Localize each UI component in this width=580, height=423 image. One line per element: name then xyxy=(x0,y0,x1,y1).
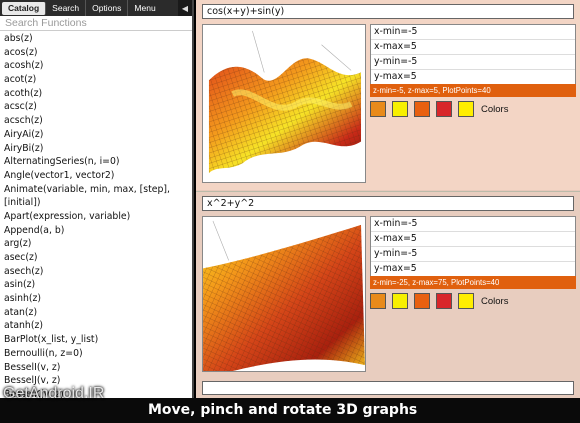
color-swatch[interactable] xyxy=(370,293,386,309)
function-list-item[interactable]: asinh(z) xyxy=(4,292,188,306)
color-swatches-2: Colors xyxy=(370,293,508,309)
color-swatch[interactable] xyxy=(458,293,474,309)
function-list-item[interactable]: Bernoulli(n, z=0) xyxy=(4,347,188,361)
function-list-item[interactable]: atan(z) xyxy=(4,306,188,320)
tab-options[interactable]: Options xyxy=(86,0,129,16)
expression-input-1[interactable]: cos(x+y)+sin(y) xyxy=(202,4,574,19)
color-swatches-1: Colors xyxy=(370,101,508,117)
graph-workspace: cos(x+y)+sin(y) x-min=-5 x-max=5 y-min=-… xyxy=(196,0,580,398)
search-functions-input[interactable]: Search Functions xyxy=(0,16,192,31)
x-max-field[interactable]: x-max=5 xyxy=(371,232,575,247)
range-params-2: x-min=-5 x-max=5 y-min=-5 y-max=5 xyxy=(370,216,576,278)
function-list-item[interactable]: AiryBi(z) xyxy=(4,142,188,156)
x-max-field[interactable]: x-max=5 xyxy=(371,40,575,55)
function-list-item[interactable]: Apart(expression, variable) xyxy=(4,210,188,224)
color-swatch[interactable] xyxy=(458,101,474,117)
new-expression-input[interactable] xyxy=(202,381,574,395)
expression-input-2[interactable]: x^2+y^2 xyxy=(202,196,574,211)
tab-bar: Catalog Search Options Menu ◀ xyxy=(0,0,192,16)
y-min-field[interactable]: y-min=-5 xyxy=(371,55,575,70)
function-list-item[interactable]: Angle(vector1, vector2) xyxy=(4,169,188,183)
surface-plot-2[interactable] xyxy=(202,216,366,372)
function-list-item[interactable]: acoth(z) xyxy=(4,87,188,101)
color-swatch[interactable] xyxy=(414,293,430,309)
surface-plot-2-canvas[interactable] xyxy=(203,217,365,371)
color-swatch[interactable] xyxy=(370,101,386,117)
colors-label: Colors xyxy=(481,295,509,307)
y-max-field[interactable]: y-max=5 xyxy=(371,262,575,277)
function-list-item[interactable]: [initial]) xyxy=(4,196,188,210)
y-min-field[interactable]: y-min=-5 xyxy=(371,247,575,262)
function-list-item[interactable]: BesselI(v, z) xyxy=(4,361,188,375)
function-list: abs(z) acos(z) acosh(z) acot(z) acoth(z) acsc… xyxy=(0,31,192,398)
range-params-1: x-min=-5 x-max=5 y-min=-5 y-max=5 xyxy=(370,24,576,86)
function-list-item[interactable]: atanh(z) xyxy=(4,319,188,333)
colors-label: Colors xyxy=(481,103,509,115)
function-list-item[interactable]: asech(z) xyxy=(4,265,188,279)
color-swatch[interactable] xyxy=(392,101,408,117)
function-list-item[interactable]: acosh(z) xyxy=(4,59,188,73)
tab-menu[interactable]: Menu xyxy=(128,0,161,16)
function-list-item[interactable]: acsch(z) xyxy=(4,114,188,128)
x-min-field[interactable]: x-min=-5 xyxy=(371,217,575,232)
function-list-item[interactable]: abs(z) xyxy=(4,32,188,46)
color-swatch[interactable] xyxy=(436,293,452,309)
surface-plot-1[interactable] xyxy=(202,24,366,183)
tab-catalog[interactable]: Catalog xyxy=(2,1,47,15)
tab-search[interactable]: Search xyxy=(46,0,87,16)
x-min-field[interactable]: x-min=-5 xyxy=(371,25,575,40)
function-list-item[interactable]: asec(z) xyxy=(4,251,188,265)
caption-text: Move, pinch and rotate 3D graphs xyxy=(148,402,418,418)
z-range-bar-1[interactable]: z-min=-5, z-max=5, PlotPoints=40 xyxy=(370,84,576,97)
function-catalog-panel: Catalog Search Options Menu ◀ Search Fun… xyxy=(0,0,194,398)
function-list-item[interactable]: AlternatingSeries(n, i=0) xyxy=(4,155,188,169)
z-range-bar-2[interactable]: z-min=-25, z-max=75, PlotPoints=40 xyxy=(370,276,576,289)
color-swatch[interactable] xyxy=(436,101,452,117)
function-list-item[interactable]: asin(z) xyxy=(4,278,188,292)
surface-plot-1-canvas[interactable] xyxy=(203,25,365,182)
function-list-item[interactable]: Animate(variable, min, max, [step], xyxy=(4,183,188,197)
watermark-logo: GetAndroid.IR xyxy=(3,385,105,402)
function-list-item[interactable]: arg(z) xyxy=(4,237,188,251)
graph-cell-3 xyxy=(196,377,580,398)
color-swatch[interactable] xyxy=(392,293,408,309)
y-max-field[interactable]: y-max=5 xyxy=(371,70,575,85)
function-list-item[interactable]: acos(z) xyxy=(4,46,188,60)
function-list-item[interactable]: BarPlot(x_list, y_list) xyxy=(4,333,188,347)
function-list-item[interactable]: acot(z) xyxy=(4,73,188,87)
function-list-item[interactable]: Append(a, b) xyxy=(4,224,188,238)
graph-cell-1: cos(x+y)+sin(y) x-min=-5 x-max=5 y-min=-… xyxy=(196,0,580,190)
color-swatch[interactable] xyxy=(414,101,430,117)
function-list-item[interactable]: acsc(z) xyxy=(4,100,188,114)
function-list-item[interactable]: AiryAi(z) xyxy=(4,128,188,142)
graph-cell-2: x^2+y^2 x-min=-5 x-max=5 y-min=-5 y-max=… xyxy=(196,191,580,377)
collapse-panel-icon[interactable]: ◀ xyxy=(178,0,192,16)
